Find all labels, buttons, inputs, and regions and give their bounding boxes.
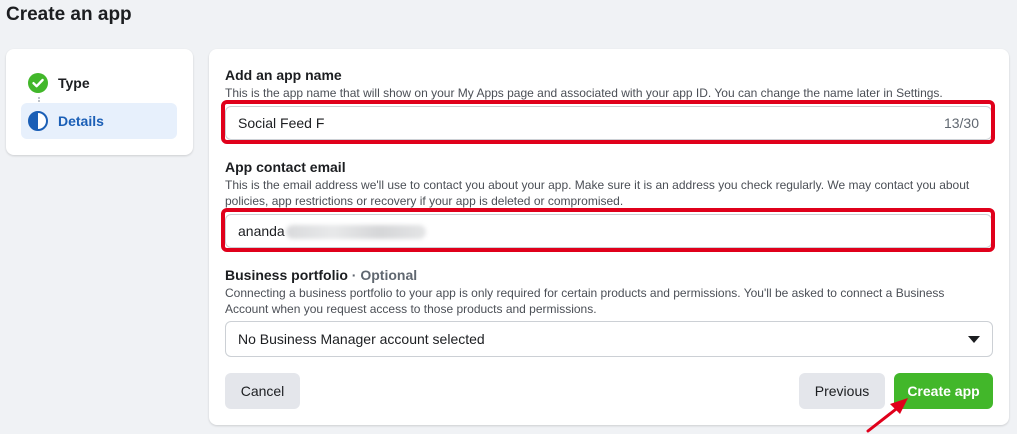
caret-down-icon: [968, 335, 980, 343]
cancel-button[interactable]: Cancel: [225, 373, 300, 409]
half-circle-progress-icon: [28, 111, 48, 131]
app-name-label: Add an app name: [225, 67, 342, 83]
step-type-label: Type: [58, 75, 90, 91]
business-portfolio-selected: No Business Manager account selected: [238, 331, 485, 347]
contact-email-value: ananda: [238, 222, 285, 239]
contact-email-input[interactable]: ananda: [225, 214, 992, 248]
contact-email-help: This is the email address we'll use to c…: [225, 178, 970, 208]
contact-email-label: App contact email: [225, 159, 346, 175]
app-name-input[interactable]: Social Feed F 13/30: [225, 106, 992, 140]
app-name-char-counter: 13/30: [943, 115, 979, 131]
annotation-arrow-icon: [866, 398, 908, 433]
business-portfolio-select[interactable]: No Business Manager account selected: [225, 321, 993, 357]
contact-email-value-wrap: ananda: [238, 222, 979, 240]
business-portfolio-label: Business portfolio · Optional: [225, 267, 417, 283]
business-portfolio-title: Business portfolio: [225, 267, 348, 283]
details-form: Add an app name This is the app name tha…: [209, 49, 1009, 425]
check-circle-icon: [28, 73, 48, 93]
app-name-value: Social Feed F: [238, 115, 325, 131]
step-type[interactable]: Type: [21, 65, 177, 101]
page-title: Create an app: [6, 4, 132, 25]
steps-panel: Type Details: [6, 49, 193, 155]
step-details[interactable]: Details: [21, 103, 177, 139]
redaction-blur: [285, 225, 426, 240]
business-portfolio-help: Connecting a business portfolio to your …: [225, 286, 945, 316]
step-details-label: Details: [58, 113, 104, 129]
app-name-help: This is the app name that will show on y…: [225, 86, 943, 100]
optional-tag: · Optional: [351, 267, 418, 283]
